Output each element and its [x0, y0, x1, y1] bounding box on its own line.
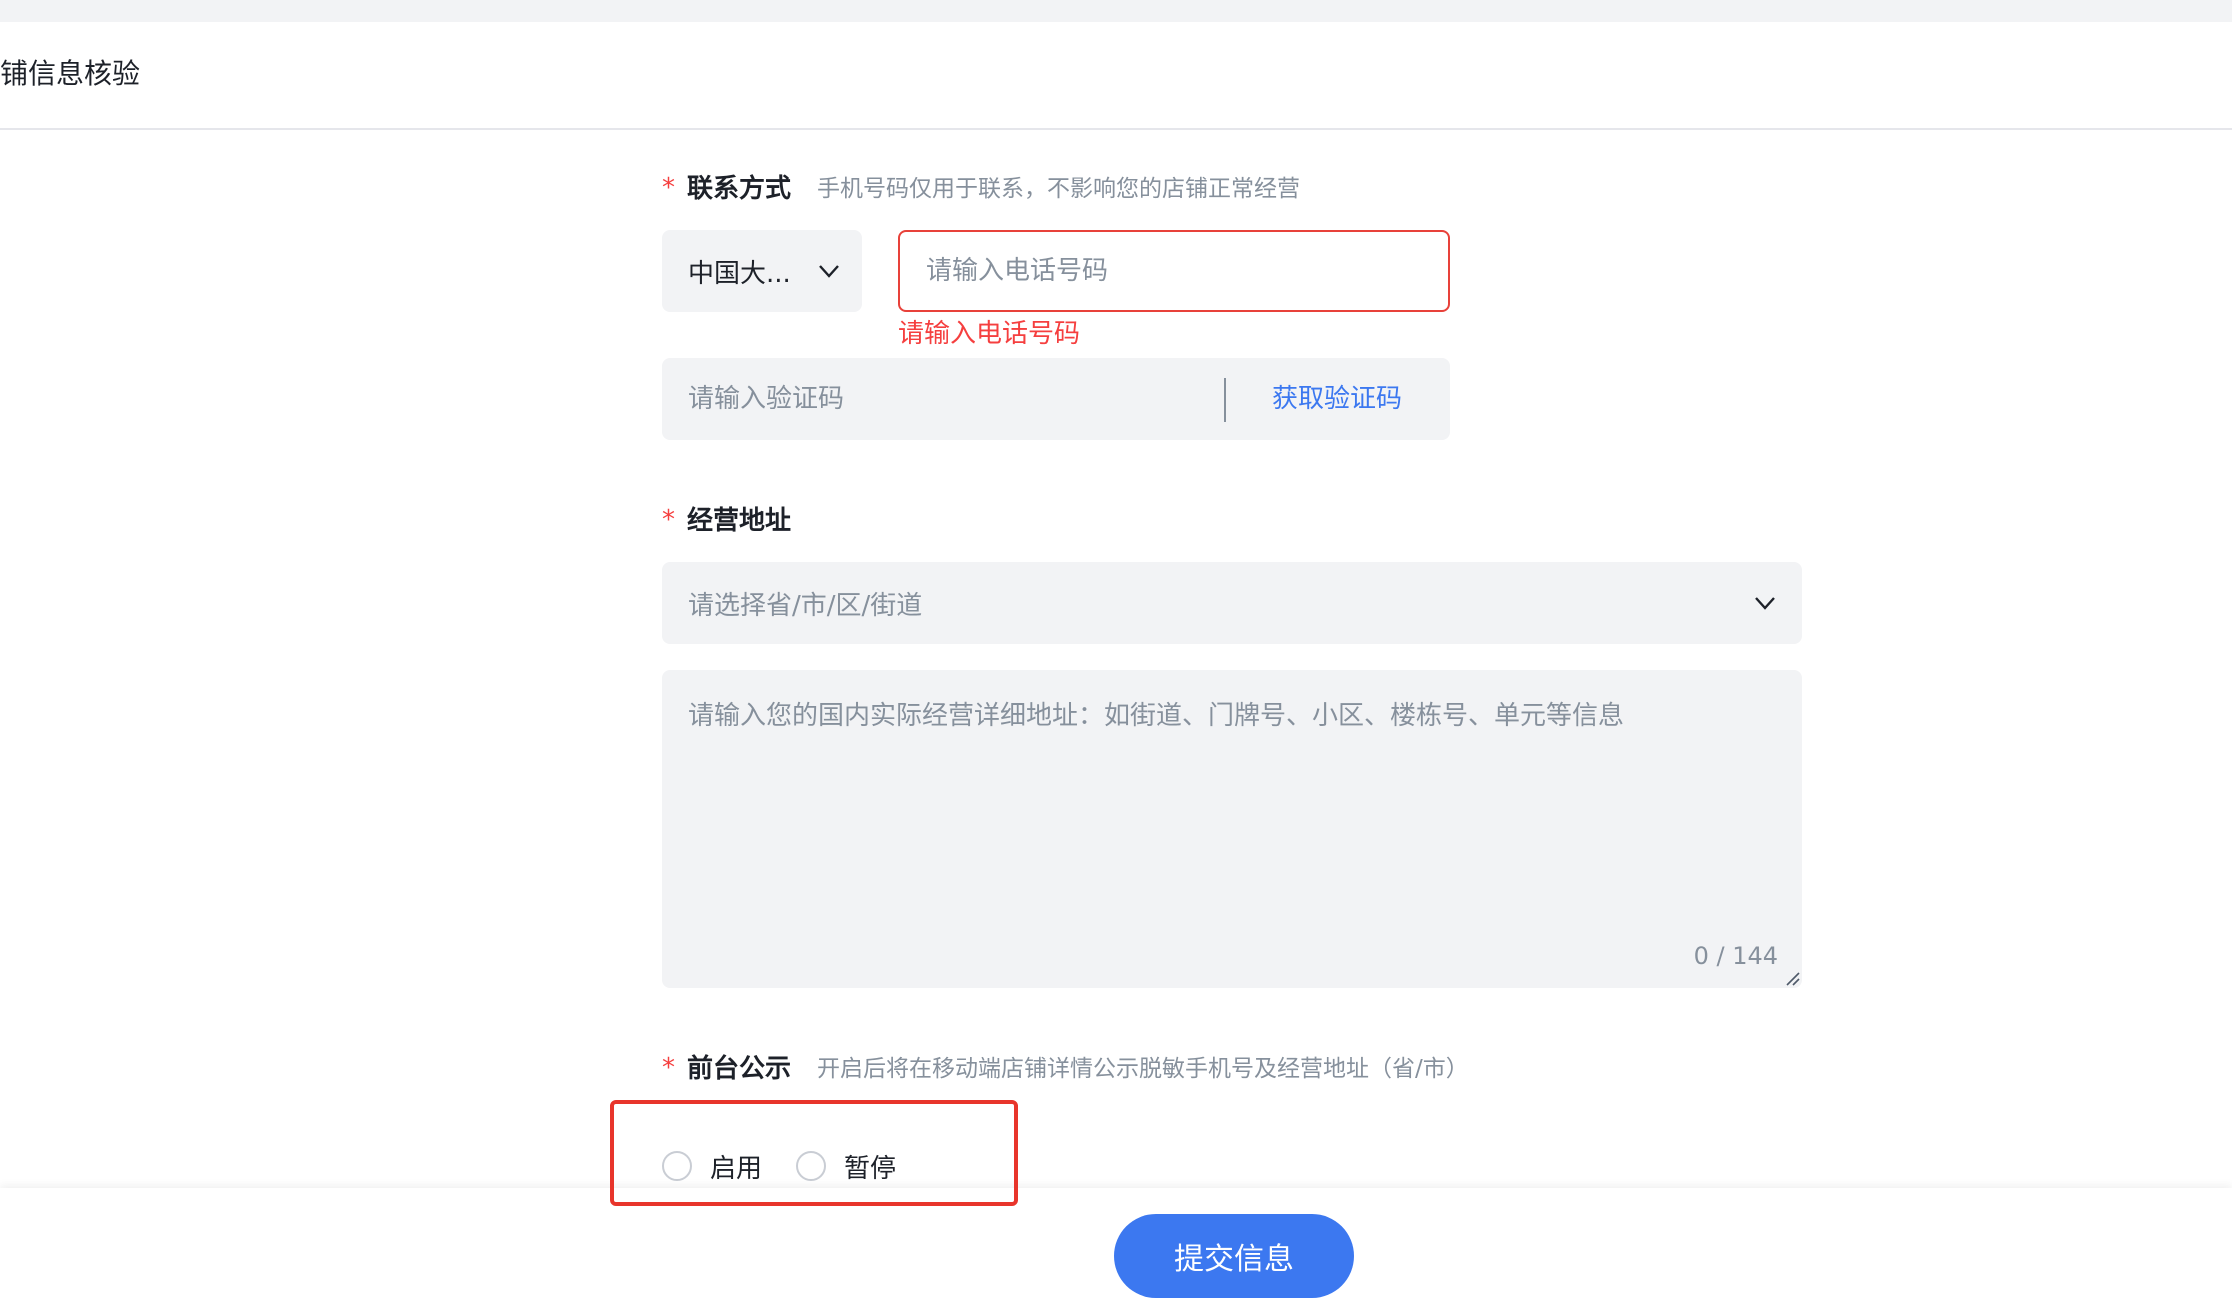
region-code-select[interactable]: 中国大...: [662, 230, 862, 312]
address-detail-field: 0 / 144: [662, 670, 1802, 988]
address-label-row: * 经营地址: [662, 498, 791, 538]
contact-label-row: * 联系方式 手机号码仅用于联系，不影响您的店铺正常经营: [662, 166, 1300, 206]
verification-code-field: 获取验证码: [662, 358, 1450, 440]
character-counter: 0 / 144: [1693, 942, 1778, 970]
top-strip: [0, 0, 2232, 22]
public-display-label-row: * 前台公示 开启后将在移动端店铺详情公示脱敏手机号及经营地址（省/市）: [662, 1046, 1469, 1086]
required-mark: *: [662, 505, 675, 535]
phone-input[interactable]: [898, 230, 1450, 312]
public-display-hint: 开启后将在移动端店铺详情公示脱敏手机号及经营地址（省/市）: [817, 1056, 1469, 1082]
address-label: 经营地址: [687, 505, 792, 536]
address-region-picker[interactable]: 请选择省/市/区/街道: [662, 562, 1802, 644]
verification-code-input[interactable]: [662, 358, 1222, 440]
address-detail-textarea[interactable]: [662, 670, 1802, 988]
contact-hint: 手机号码仅用于联系，不影响您的店铺正常经营: [817, 176, 1301, 202]
field-divider: [1224, 378, 1226, 422]
page-header: 铺信息核验: [0, 22, 2232, 130]
required-mark: *: [662, 1053, 675, 1083]
required-mark: *: [662, 173, 675, 203]
get-code-button[interactable]: 获取验证码: [1272, 378, 1402, 420]
contact-label: 联系方式: [687, 173, 792, 204]
chevron-down-icon: [1755, 597, 1775, 610]
annotation-highlight-box: [610, 1100, 1018, 1206]
phone-error-message: 请输入电话号码: [898, 319, 1081, 349]
chevron-down-icon: [819, 265, 839, 278]
public-display-label: 前台公示: [687, 1053, 792, 1084]
address-region-placeholder: 请选择省/市/区/街道: [688, 590, 923, 621]
resize-grip-icon[interactable]: [1784, 970, 1800, 986]
region-code-value: 中国大...: [688, 258, 791, 289]
page-title: 铺信息核验: [0, 57, 141, 90]
submit-button[interactable]: 提交信息: [1114, 1214, 1354, 1298]
